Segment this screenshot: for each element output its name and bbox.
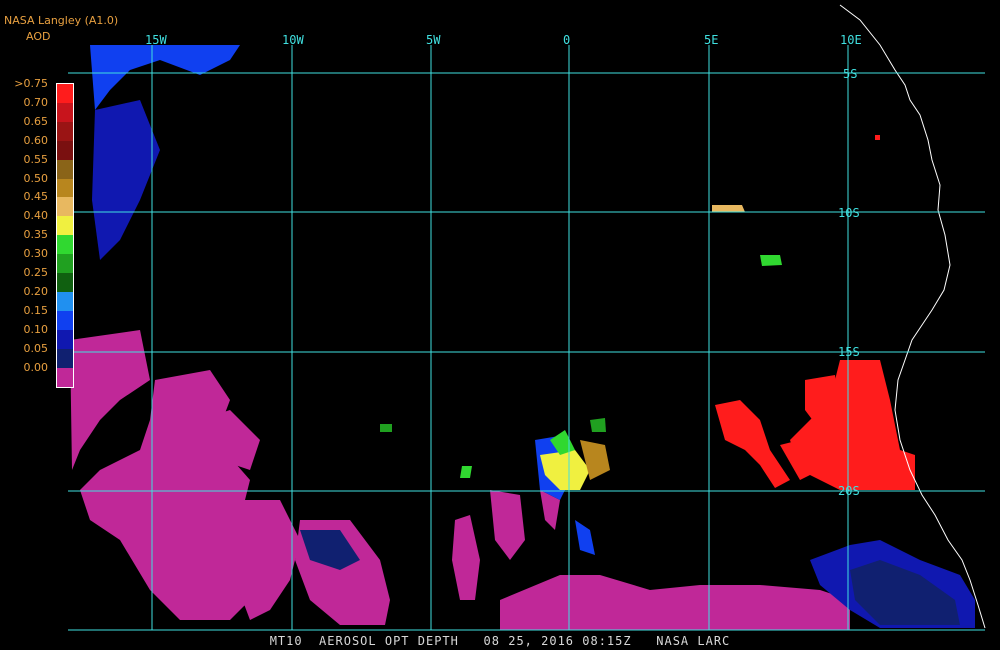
scale-label: 0.65 bbox=[23, 114, 49, 128]
lat-label: 10S bbox=[838, 206, 860, 220]
lat-label: 15S bbox=[838, 345, 860, 359]
scale-label: 0.30 bbox=[23, 247, 49, 261]
lon-label: 10E bbox=[840, 33, 862, 47]
lon-label: 0 bbox=[563, 33, 570, 47]
lon-label: 5W bbox=[426, 33, 441, 47]
lat-label: 20S bbox=[838, 484, 860, 498]
scale-label: 0.05 bbox=[23, 341, 49, 355]
scale-label: 0.50 bbox=[23, 171, 49, 185]
lon-label: 5E bbox=[704, 33, 718, 47]
scale-label: >0.75 bbox=[14, 77, 48, 90]
scale-label: 0.70 bbox=[23, 95, 49, 109]
lat-label: 5S bbox=[843, 67, 857, 81]
source-label: NASA Langley (A1.0) bbox=[4, 14, 119, 27]
scale-label: 0.00 bbox=[23, 360, 49, 374]
scale-label: 0.10 bbox=[23, 322, 49, 336]
scale-label: 0.35 bbox=[23, 228, 49, 242]
scale-label: 0.25 bbox=[23, 266, 49, 279]
scale-label: 0.60 bbox=[23, 133, 49, 147]
aod-map: 15W 10W 5W 0 5E 10E 5S 10S 15S 20S bbox=[0, 0, 1000, 650]
scale-label: 0.20 bbox=[23, 284, 49, 298]
footer-caption: MT10 AEROSOL OPT DEPTH 08 25, 2016 08:15… bbox=[269, 634, 731, 648]
product-label: AOD bbox=[26, 30, 51, 43]
lon-label: 10W bbox=[282, 33, 304, 47]
lon-label: 15W bbox=[145, 33, 167, 47]
scale-label: 0.55 bbox=[23, 152, 49, 166]
scale-label: 0.15 bbox=[23, 303, 49, 317]
scale-label: 0.40 bbox=[23, 209, 49, 223]
scale-label: 0.45 bbox=[23, 190, 49, 204]
scale-frame bbox=[56, 83, 74, 389]
